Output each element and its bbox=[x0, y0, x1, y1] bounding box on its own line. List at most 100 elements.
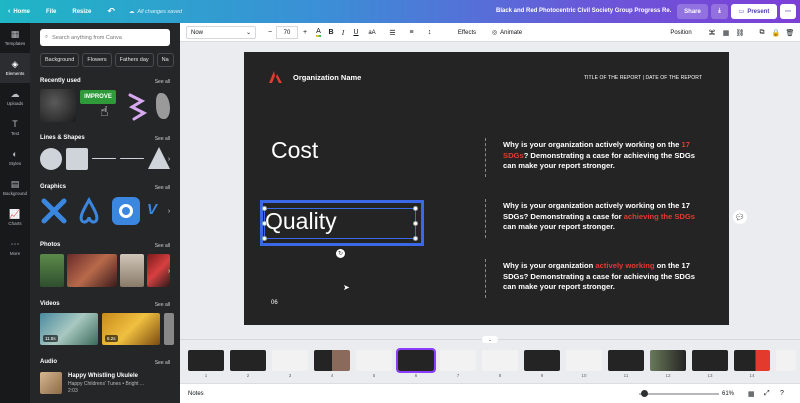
lock-icon[interactable]: 🔒 bbox=[771, 26, 781, 39]
zoom-slider-handle[interactable] bbox=[641, 390, 648, 397]
recent-item-improve-sticker[interactable]: IMPROVE bbox=[80, 90, 116, 104]
rail-item-text[interactable]: T Text bbox=[0, 113, 30, 143]
video-thumbnail[interactable] bbox=[164, 313, 174, 345]
rail-item-templates[interactable]: ▦ Templates bbox=[0, 23, 30, 53]
selection-frame[interactable] bbox=[264, 208, 416, 239]
font-size-increase-button[interactable]: + bbox=[300, 26, 310, 39]
underline-button[interactable]: U bbox=[351, 26, 361, 39]
resize-handle[interactable] bbox=[413, 206, 418, 211]
graphic-airbnb-logo-icon[interactable] bbox=[74, 197, 104, 225]
trash-icon[interactable]: 🗑 bbox=[785, 26, 795, 39]
group-icon[interactable]: ⧉ bbox=[757, 26, 767, 39]
video-thumbnail[interactable]: 11.8s bbox=[40, 313, 98, 345]
help-icon[interactable]: ? bbox=[780, 390, 784, 397]
see-all-link[interactable]: See all bbox=[155, 79, 170, 85]
video-thumbnail[interactable]: 6.2s bbox=[102, 313, 160, 345]
bold-button[interactable]: B bbox=[326, 26, 336, 39]
slide-thumbnail[interactable] bbox=[650, 350, 686, 371]
slide-thumbnail[interactable] bbox=[524, 350, 560, 371]
grid-view-icon[interactable]: ▦ bbox=[748, 390, 755, 398]
position-button[interactable]: Position bbox=[666, 26, 696, 39]
search-input[interactable] bbox=[52, 34, 163, 41]
shape-arrow-line[interactable] bbox=[120, 158, 144, 159]
file-menu[interactable]: File bbox=[38, 0, 64, 23]
chip-background[interactable]: Background bbox=[40, 53, 80, 67]
align-left-icon[interactable]: ☰ bbox=[387, 26, 398, 39]
animate-button[interactable]: ◎ Animate bbox=[487, 26, 527, 39]
see-all-link[interactable]: See all bbox=[155, 302, 170, 308]
photo-thumbnail[interactable] bbox=[67, 254, 117, 287]
download-button[interactable]: ⤓ bbox=[711, 4, 728, 19]
chevron-right-icon[interactable]: › bbox=[164, 266, 174, 276]
organization-name[interactable]: Organization Name bbox=[293, 73, 361, 82]
more-options-button[interactable]: ⋯ bbox=[780, 4, 796, 19]
font-size-input[interactable]: 70 bbox=[276, 26, 298, 39]
effects-button[interactable]: Effects bbox=[452, 26, 482, 39]
heading-cost[interactable]: Cost bbox=[271, 137, 318, 164]
chip-fathers-day[interactable]: Fathers day bbox=[114, 53, 154, 67]
slide-thumbnail[interactable] bbox=[356, 350, 392, 371]
slide-thumbnail[interactable] bbox=[272, 350, 308, 371]
audio-title[interactable]: Happy Whistling Ukulele bbox=[68, 373, 138, 379]
resize-handle[interactable] bbox=[262, 236, 267, 241]
resize-handle[interactable] bbox=[413, 236, 418, 241]
link-icon[interactable]: ⛓ bbox=[735, 26, 745, 39]
paragraph-3[interactable]: Why is your organization actively workin… bbox=[503, 261, 708, 293]
rail-item-background[interactable]: ▤ Background bbox=[0, 173, 30, 203]
paragraph-2[interactable]: Why is your organization actively workin… bbox=[503, 201, 708, 233]
rail-item-more[interactable]: ⋯ More bbox=[0, 233, 30, 263]
recent-item-texture[interactable] bbox=[40, 89, 76, 122]
slide-thumbnail[interactable] bbox=[314, 350, 350, 371]
shape-square[interactable] bbox=[66, 148, 88, 170]
rail-item-elements[interactable]: ◈ Elements bbox=[0, 53, 30, 83]
graphic-tools-icon[interactable] bbox=[40, 197, 68, 225]
share-button[interactable]: Share bbox=[677, 4, 708, 19]
slide-thumbnail[interactable] bbox=[440, 350, 476, 371]
fullscreen-icon[interactable]: ⤢ bbox=[764, 390, 770, 398]
rail-item-charts[interactable]: 📈 Charts bbox=[0, 203, 30, 233]
slide-thumbnail[interactable] bbox=[608, 350, 644, 371]
slide-thumbnail-active[interactable] bbox=[396, 348, 436, 373]
text-color-button[interactable]: A bbox=[313, 26, 324, 39]
recent-item-pink-squiggle[interactable] bbox=[126, 91, 148, 121]
chevron-down-icon[interactable]: ⌄ bbox=[482, 336, 498, 343]
notes-button[interactable]: Notes bbox=[188, 391, 204, 397]
zoom-slider[interactable] bbox=[639, 393, 719, 395]
report-title[interactable]: TITLE OF THE REPORT | DATE OF THE REPORT bbox=[584, 75, 702, 81]
see-all-link[interactable]: See all bbox=[155, 360, 170, 366]
resize-handle[interactable] bbox=[413, 221, 418, 226]
photo-thumbnail[interactable] bbox=[120, 254, 144, 287]
zoom-level[interactable]: 61% bbox=[722, 391, 734, 397]
graphic-uber-logo-icon[interactable] bbox=[112, 197, 140, 225]
slide-thumbnail[interactable] bbox=[482, 350, 518, 371]
slide-thumbnail[interactable] bbox=[734, 350, 770, 371]
letter-case-button[interactable]: aA bbox=[366, 26, 378, 39]
resize-handle[interactable] bbox=[262, 221, 267, 226]
slide-thumbnail[interactable] bbox=[692, 350, 728, 371]
slide-thumbnail[interactable] bbox=[230, 350, 266, 371]
font-family-select[interactable]: Now ⌄ bbox=[186, 26, 256, 39]
paragraph-1[interactable]: Why is your organization actively workin… bbox=[503, 140, 708, 172]
slide-thumbnail[interactable] bbox=[776, 350, 796, 371]
see-all-link[interactable]: See all bbox=[155, 243, 170, 249]
paint-format-icon[interactable]: ⌘ bbox=[707, 26, 717, 39]
comment-icon[interactable]: 💬 bbox=[733, 210, 747, 224]
chip-flowers[interactable]: Flowers bbox=[82, 53, 112, 67]
resize-handle[interactable] bbox=[262, 206, 267, 211]
slide[interactable]: Organization Name TITLE OF THE REPORT | … bbox=[244, 52, 729, 325]
see-all-link[interactable]: See all bbox=[155, 136, 170, 142]
see-all-link[interactable]: See all bbox=[155, 185, 170, 191]
rotate-handle-icon[interactable]: ↻ bbox=[336, 249, 345, 258]
undo-button[interactable]: ↶ bbox=[99, 0, 123, 23]
present-button[interactable]: ▭ Present bbox=[731, 4, 777, 19]
recent-item-rock[interactable] bbox=[156, 93, 170, 119]
rail-item-styles[interactable]: ◐ Styles bbox=[0, 143, 30, 173]
resize-menu[interactable]: Resize bbox=[64, 0, 99, 23]
rail-item-uploads[interactable]: ☁ Uploads bbox=[0, 83, 30, 113]
line-spacing-icon[interactable]: ↕ bbox=[424, 26, 435, 39]
photo-thumbnail[interactable] bbox=[40, 254, 64, 287]
audio-cover[interactable] bbox=[40, 372, 62, 394]
search-box[interactable]: ⌕ bbox=[40, 29, 170, 46]
shape-circle[interactable] bbox=[40, 148, 62, 170]
list-icon[interactable]: ≡ bbox=[406, 26, 417, 39]
